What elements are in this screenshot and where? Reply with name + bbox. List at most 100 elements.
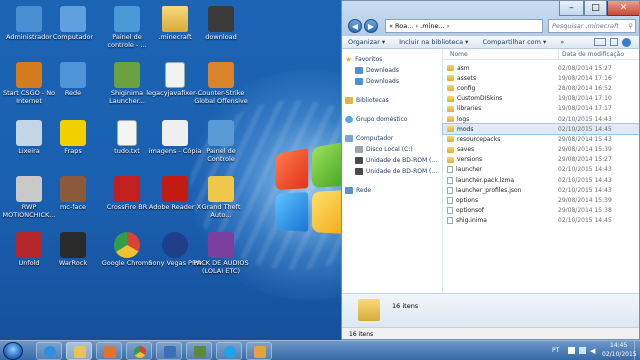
media-player-icon bbox=[104, 346, 116, 358]
nav-homegroup[interactable]: Grupo doméstico bbox=[342, 114, 442, 125]
paint-icon bbox=[254, 346, 266, 358]
taskbar-explorer[interactable] bbox=[66, 342, 92, 360]
nav-downloads-2[interactable]: Downloads bbox=[342, 76, 442, 87]
language-indicator[interactable]: PT bbox=[552, 347, 559, 354]
preview-pane-icon[interactable] bbox=[610, 38, 618, 46]
desktop-icon-net[interactable]: Rede bbox=[44, 62, 102, 98]
more-button[interactable]: » bbox=[560, 38, 564, 46]
desktop-icon-gta[interactable]: Grand Theft Auto... bbox=[192, 176, 250, 219]
column-date[interactable]: Data de modificação bbox=[558, 49, 638, 59]
maximize-button[interactable]: □ bbox=[584, 1, 607, 16]
details-count: 16 itens bbox=[392, 302, 418, 310]
address-bar[interactable]: « Roa... › .mine... › bbox=[385, 19, 543, 33]
taskbar-paint[interactable] bbox=[246, 342, 272, 360]
desktop-icon-mcf[interactable]: mc-face bbox=[44, 176, 102, 212]
desktop-icon-dl[interactable]: download bbox=[192, 6, 250, 42]
taskbar-ie[interactable] bbox=[36, 342, 62, 360]
file-date: 02/10/2015 14:43 bbox=[558, 177, 628, 184]
file-row[interactable]: optionsof 29/08/2014 15:38 bbox=[443, 206, 639, 216]
file-row[interactable]: libraries 19/08/2014 17:17 bbox=[443, 104, 639, 114]
desktop-icon-cpl[interactable]: Painel de Controle bbox=[192, 120, 250, 163]
user-icon bbox=[16, 6, 42, 32]
nav-bd-rom-2[interactable]: Unidade de BD-ROM (... bbox=[342, 166, 442, 177]
file-row[interactable]: assets 19/08/2014 17:16 bbox=[443, 73, 639, 83]
include-library-button[interactable]: Incluir na biblioteca ▾ bbox=[399, 38, 468, 46]
file-name: logs bbox=[457, 116, 469, 123]
downloads-icon bbox=[355, 78, 363, 85]
nav-computer[interactable]: Computador bbox=[342, 133, 442, 144]
taskbar: PT ◀ 14:45 02/10/2015 bbox=[0, 340, 640, 360]
taskbar-minecraft[interactable] bbox=[186, 342, 212, 360]
help-icon[interactable] bbox=[622, 38, 631, 47]
file-name: launcher_profiles.json bbox=[456, 187, 521, 194]
column-name[interactable]: Nome bbox=[443, 49, 558, 59]
desktop-icon-pc[interactable]: Computador bbox=[44, 6, 102, 42]
file-row[interactable]: saves 29/08/2014 15:39 bbox=[443, 145, 639, 155]
volume-icon[interactable]: ◀ bbox=[590, 347, 595, 355]
file-date: 02/10/2015 14:43 bbox=[558, 116, 628, 123]
desktop-icon-wr[interactable]: WarRock bbox=[44, 232, 102, 268]
back-icon[interactable]: ◀ bbox=[348, 19, 362, 33]
nav-bd-rom-1[interactable]: Unidade de BD-ROM (... bbox=[342, 155, 442, 166]
minimize-button[interactable]: – bbox=[559, 1, 584, 16]
nav-libraries[interactable]: Bibliotecas bbox=[342, 95, 442, 106]
shot-icon bbox=[162, 120, 188, 146]
file-row[interactable]: asm 02/08/2014 15:27 bbox=[443, 63, 639, 73]
disc-drive-icon bbox=[355, 157, 363, 164]
file-date: 02/10/2015 14:45 bbox=[558, 217, 628, 224]
file-name: launcher bbox=[456, 166, 482, 173]
nav-favorites[interactable]: ★ Favoritos bbox=[342, 54, 442, 65]
file-row[interactable]: config 28/08/2014 16:52 bbox=[443, 83, 639, 93]
taskbar-app[interactable] bbox=[156, 342, 182, 360]
search-input[interactable]: Pesquisar .minecraft ⚲ bbox=[548, 19, 636, 33]
file-row[interactable]: versions 29/08/2014 15:27 bbox=[443, 155, 639, 165]
nav-downloads[interactable]: Downloads bbox=[342, 65, 442, 76]
gta-icon bbox=[208, 176, 234, 202]
file-row[interactable]: resourcepacks 29/08/2014 15:43 bbox=[443, 134, 639, 144]
nav-network[interactable]: Rede bbox=[342, 185, 442, 196]
taskbar-chrome[interactable] bbox=[126, 342, 152, 360]
file-row[interactable]: mods 02/10/2015 14:45 bbox=[443, 124, 639, 134]
nav-label: Unidade de BD-ROM (... bbox=[366, 166, 437, 177]
show-desktop-button[interactable] bbox=[634, 341, 640, 360]
file-row[interactable]: CustomDISkins 19/08/2014 17:10 bbox=[443, 94, 639, 104]
vegas-icon bbox=[162, 232, 188, 258]
file-row[interactable]: options 29/08/2014 15:39 bbox=[443, 195, 639, 205]
desktop-icon-rar[interactable]: PACK DE AUDIOS (LOLAI ETC) bbox=[192, 232, 250, 275]
network-tray-icon[interactable] bbox=[579, 347, 586, 354]
cf-icon bbox=[114, 176, 140, 202]
nav-label: Computador bbox=[356, 133, 393, 144]
nav-disk-c[interactable]: Disco Local (C:) bbox=[342, 144, 442, 155]
view-options-icon[interactable] bbox=[594, 38, 606, 46]
clock-date[interactable]: 02/10/2015 bbox=[602, 351, 637, 358]
file-row[interactable]: shig.inima 02/10/2015 14:45 bbox=[443, 216, 639, 226]
desktop-icon-fraps[interactable]: Fraps bbox=[44, 120, 102, 156]
file-row[interactable]: launcher_profiles.json 02/10/2015 14:43 bbox=[443, 185, 639, 195]
navigation-pane: ★ Favoritos Downloads Downloads Bibliotec… bbox=[342, 49, 443, 293]
file-name: mods bbox=[457, 126, 473, 133]
downloads-icon bbox=[355, 67, 363, 74]
file-row[interactable]: launcher 02/10/2015 14:43 bbox=[443, 165, 639, 175]
desktop-icon-label: download bbox=[192, 34, 250, 42]
folder-icon bbox=[447, 75, 454, 81]
skype-icon bbox=[224, 346, 236, 358]
desktop-icon-cs[interactable]: Counter-Strike Global Offensive bbox=[192, 62, 250, 105]
share-button[interactable]: Compartilhar com ▾ bbox=[482, 38, 546, 46]
folder-large-icon bbox=[358, 299, 380, 321]
folder-icon bbox=[447, 157, 454, 163]
network-icon bbox=[345, 187, 353, 194]
taskbar-media[interactable] bbox=[96, 342, 122, 360]
bin-icon bbox=[16, 120, 42, 146]
column-header: Nome Data de modificação bbox=[443, 49, 639, 60]
forward-icon[interactable]: ▶ bbox=[364, 19, 378, 33]
organize-button[interactable]: Organizar ▾ bbox=[348, 38, 385, 46]
nav-label: Unidade de BD-ROM (... bbox=[366, 155, 437, 166]
folder-icon bbox=[74, 346, 86, 358]
close-button[interactable]: ✕ bbox=[607, 1, 640, 16]
start-button[interactable] bbox=[3, 342, 23, 360]
file-row[interactable]: logs 02/10/2015 14:43 bbox=[443, 114, 639, 124]
taskbar-skype[interactable] bbox=[216, 342, 242, 360]
tray-flag-icon[interactable] bbox=[568, 347, 575, 354]
clock-time[interactable]: 14:45 bbox=[610, 342, 627, 349]
file-row[interactable]: launcher.pack.lzma 02/10/2015 14:43 bbox=[443, 175, 639, 185]
